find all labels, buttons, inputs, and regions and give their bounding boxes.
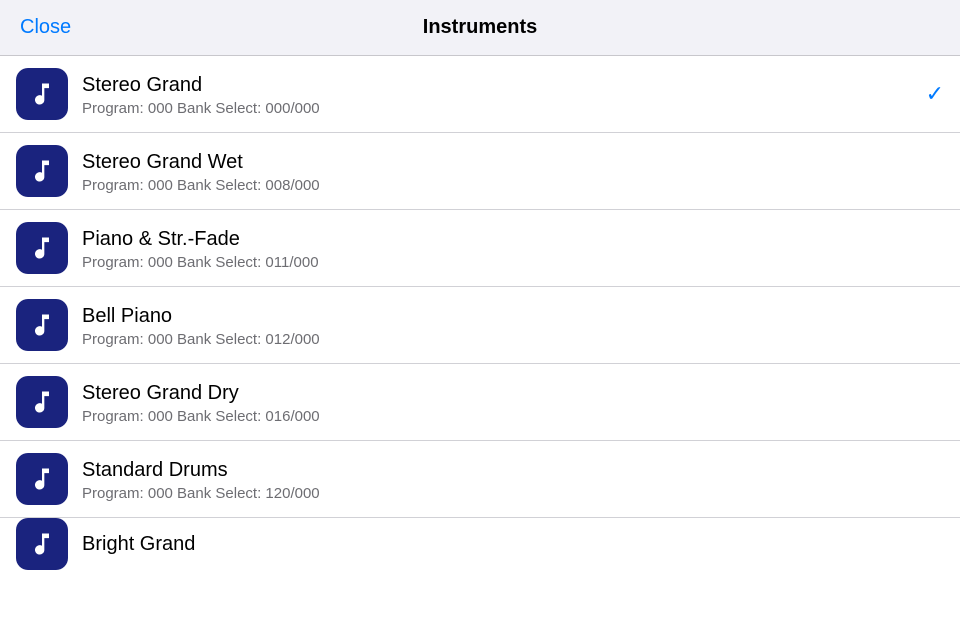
instrument-detail: Program: 000 Bank Select: 012/000 xyxy=(82,331,944,348)
instrument-name: Stereo Grand xyxy=(82,72,916,98)
list-item[interactable]: Piano & Str.-Fade Program: 000 Bank Selec… xyxy=(0,210,960,287)
instrument-detail: Program: 000 Bank Select: 016/000 xyxy=(82,408,944,425)
instruments-list: Stereo Grand Program: 000 Bank Select: 00… xyxy=(0,56,960,640)
music-note-icon xyxy=(16,68,68,120)
list-item[interactable]: Stereo Grand Program: 000 Bank Select: 00… xyxy=(0,56,960,133)
header: Close Instruments xyxy=(0,0,960,56)
instrument-detail: Program: 000 Bank Select: 011/000 xyxy=(82,254,944,271)
instrument-name: Standard Drums xyxy=(82,457,944,483)
instrument-name: Stereo Grand Dry xyxy=(82,380,944,406)
list-item[interactable]: Stereo Grand Wet Program: 000 Bank Select… xyxy=(0,133,960,210)
instrument-name: Stereo Grand Wet xyxy=(82,149,944,175)
selected-checkmark: ✓ xyxy=(926,81,944,107)
close-button[interactable]: Close xyxy=(20,16,71,39)
list-item[interactable]: Standard Drums Program: 000 Bank Select: … xyxy=(0,441,960,518)
instrument-detail: Program: 000 Bank Select: 120/000 xyxy=(82,485,944,502)
list-item[interactable]: Bright Grand xyxy=(0,518,960,570)
music-note-icon xyxy=(16,376,68,428)
list-item[interactable]: Bell Piano Program: 000 Bank Select: 012/… xyxy=(0,287,960,364)
instrument-name: Bright Grand xyxy=(82,531,944,557)
music-note-icon xyxy=(16,453,68,505)
instrument-name: Piano & Str.-Fade xyxy=(82,226,944,252)
music-note-icon xyxy=(16,222,68,274)
music-note-icon xyxy=(16,145,68,197)
instrument-detail: Program: 000 Bank Select: 000/000 xyxy=(82,100,916,117)
list-item[interactable]: Stereo Grand Dry Program: 000 Bank Select… xyxy=(0,364,960,441)
instrument-detail: Program: 000 Bank Select: 008/000 xyxy=(82,177,944,194)
music-note-icon xyxy=(16,299,68,351)
page-title: Instruments xyxy=(423,16,537,39)
instrument-name: Bell Piano xyxy=(82,303,944,329)
music-note-icon xyxy=(16,518,68,570)
